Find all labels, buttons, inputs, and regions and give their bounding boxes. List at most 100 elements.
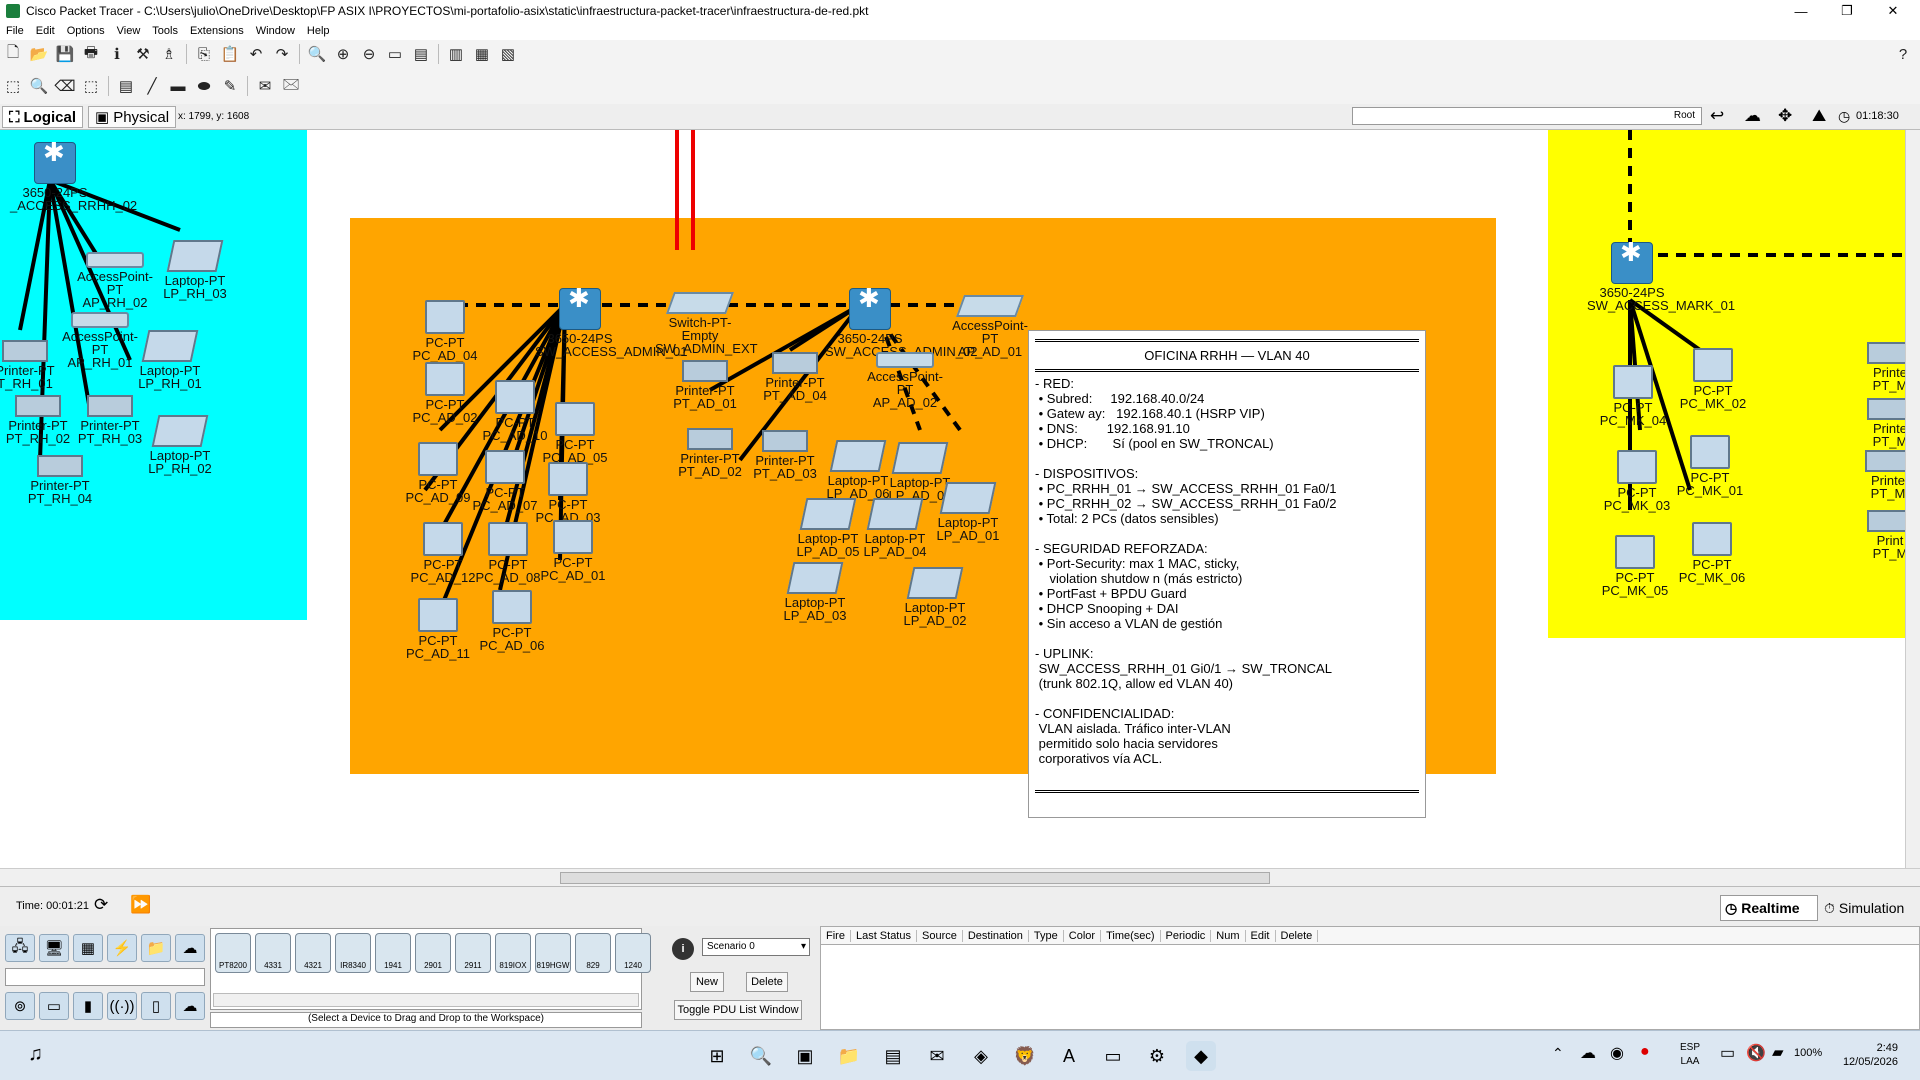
new-scenario-button[interactable]: New xyxy=(690,972,724,992)
device-mark-2[interactable]: PC-PT PC_MK_02 xyxy=(1668,348,1758,410)
battery-icon[interactable]: ▰ xyxy=(1772,1043,1784,1061)
device-admin-0[interactable]: PC-PT PC_AD_04 xyxy=(400,300,490,362)
device-model-1240[interactable]: 1240 xyxy=(615,933,651,973)
device-model-1941[interactable]: 1941 xyxy=(375,933,411,973)
draw-ellipse-icon[interactable]: ⬬ xyxy=(193,75,215,97)
draw-rectangle-icon[interactable]: ▬ xyxy=(167,75,189,97)
language-indicator[interactable]: ESP LAA xyxy=(1680,1041,1700,1069)
pdu-column-header[interactable]: Delete xyxy=(1276,929,1319,942)
menu-options[interactable]: Options xyxy=(61,25,111,37)
device-rrhh-8[interactable]: Laptop-PT LP_RH_02 xyxy=(135,415,225,475)
connections-icon[interactable]: ⚡ xyxy=(107,934,137,962)
breadcrumb-bar[interactable]: Root xyxy=(1352,107,1702,125)
device-admin-9[interactable]: Printer-PT PT_AD_04 xyxy=(750,352,840,402)
draw-line-icon[interactable]: ╱ xyxy=(141,75,163,97)
print-icon[interactable]: 🖶 xyxy=(80,43,102,65)
close-button[interactable]: ✕ xyxy=(1870,0,1916,22)
custom-devices-icon[interactable]: ▤ xyxy=(410,43,432,65)
pdu-column-header[interactable]: Destination xyxy=(963,929,1029,942)
pdu-column-header[interactable]: Fire xyxy=(821,929,851,942)
select-icon[interactable]: ⬚ xyxy=(2,75,24,97)
pdu-column-header[interactable]: Edit xyxy=(1246,929,1276,942)
device-model-2901[interactable]: 2901 xyxy=(415,933,451,973)
info-icon[interactable]: ℹ xyxy=(106,43,128,65)
chevron-up-icon[interactable]: ⌃ xyxy=(1552,1045,1564,1062)
pdu-column-header[interactable]: Last Status xyxy=(851,929,917,942)
horizontal-scrollbar[interactable] xyxy=(0,868,1920,886)
start-icon[interactable]: ⊞ xyxy=(702,1041,732,1071)
outlook-icon[interactable]: ✉ xyxy=(922,1041,952,1071)
device-admin-13[interactable]: PC-PT PC_AD_03 xyxy=(523,462,613,524)
device-mark-6[interactable]: PC-PT PC_MK_06 xyxy=(1667,522,1757,584)
menu-edit[interactable]: Edit xyxy=(30,25,61,37)
pdu-column-header[interactable]: Source xyxy=(917,929,963,942)
reset-time-icon[interactable]: ⟳ xyxy=(94,895,108,915)
network-wizard-icon[interactable]: ⚒ xyxy=(132,43,154,65)
logical-workspace[interactable]: 3650-24PS_ACCESS_RRHH_02 AccessPoint-PTAP… xyxy=(0,130,1905,868)
add-complex-pdu-icon[interactable]: 🖂 xyxy=(280,75,302,97)
wan-emulation-icon[interactable]: ☁ xyxy=(175,992,205,1020)
device-admin-27[interactable]: Laptop-PT LP_AD_02 xyxy=(890,567,980,627)
device-admin-25[interactable]: PC-PT PC_AD_06 xyxy=(467,590,557,652)
antivirus-icon[interactable]: ● xyxy=(1640,1043,1650,1061)
file-explorer-icon[interactable]: 📁 xyxy=(834,1041,864,1071)
add-simple-pdu-icon[interactable]: ✉ xyxy=(254,75,276,97)
app-a-icon[interactable]: A xyxy=(1054,1041,1084,1071)
device-model-829[interactable]: 829 xyxy=(575,933,611,973)
device-admin-26[interactable]: Laptop-PT LP_AD_03 xyxy=(770,562,860,622)
device-admin-1[interactable]: 3650-24PSSW_ACCESS_ADMIN_01 xyxy=(535,288,687,358)
device-mark-4[interactable]: PC-PT PC_MK_01 xyxy=(1665,435,1755,497)
paste-icon[interactable]: 📋 xyxy=(219,43,241,65)
copy-icon[interactable]: ⎘ xyxy=(193,43,215,65)
m365-icon[interactable]: ◈ xyxy=(966,1041,996,1071)
place-note-icon[interactable]: ▤ xyxy=(115,75,137,97)
pdu-column-header[interactable]: Color xyxy=(1064,929,1102,942)
toggle-pdu-list-button[interactable]: Toggle PDU List Window xyxy=(674,1000,802,1020)
move-icon[interactable]: ✥ xyxy=(1778,106,1792,126)
pdu-column-header[interactable]: Type xyxy=(1029,929,1064,942)
menu-view[interactable]: View xyxy=(111,25,147,37)
resize-shape-icon[interactable]: ⬚ xyxy=(80,75,102,97)
misc-icon[interactable]: 📁 xyxy=(141,934,171,962)
zoom-in-icon[interactable]: 🔍 xyxy=(306,43,328,65)
device-mark-0[interactable]: 3650-24PSSW_ACCESS_MARK_01 xyxy=(1587,242,1735,312)
device-rrhh-0[interactable]: 3650-24PS_ACCESS_RRHH_02 xyxy=(10,142,137,212)
device-mark-9[interactable]: Printe PT_M xyxy=(1843,450,1905,500)
packet-tracer-taskbar-icon[interactable]: ◆ xyxy=(1186,1041,1216,1071)
model-scrollbar[interactable] xyxy=(213,993,639,1007)
menu-tools[interactable]: Tools xyxy=(146,25,184,37)
scenario-select[interactable]: Scenario 0 ▾ xyxy=(702,938,810,956)
device-rrhh-2[interactable]: Laptop-PT LP_RH_03 xyxy=(150,240,240,300)
music-icon[interactable]: ♫ xyxy=(28,1043,43,1066)
device-admin-8[interactable]: Printer-PT PT_AD_01 xyxy=(660,360,750,410)
device-admin-10[interactable]: AccessPoint-PT AP_AD_02 xyxy=(860,352,950,409)
security-icon[interactable]: ▯ xyxy=(141,992,171,1020)
image-icon[interactable]: ▧ xyxy=(497,43,519,65)
menu-window[interactable]: Window xyxy=(250,25,301,37)
cloud-icon[interactable]: ☁ xyxy=(1744,106,1761,126)
cloud-icon[interactable]: ☁ xyxy=(1580,1043,1596,1063)
device-mark-7[interactable]: Printe PT_M xyxy=(1845,342,1905,392)
settings-icon[interactable]: ⚙ xyxy=(1142,1041,1172,1071)
simulation-button[interactable]: ⏱ Simulation xyxy=(1820,895,1916,921)
freeform-icon[interactable]: ✎ xyxy=(219,75,241,97)
pdu-column-header[interactable]: Time(sec) xyxy=(1101,929,1161,942)
activity-wizard-icon[interactable]: ♗ xyxy=(158,43,180,65)
help-icon[interactable]: ? xyxy=(1892,43,1914,65)
hubs-icon[interactable]: ▮ xyxy=(73,992,103,1020)
open-folder-icon[interactable]: 📂 xyxy=(28,43,50,65)
end-devices-icon[interactable]: 🖥 xyxy=(39,934,69,962)
redo-icon[interactable]: ↷ xyxy=(271,43,293,65)
network-icon[interactable]: ▭ xyxy=(1720,1043,1735,1063)
device-admin-23[interactable]: Laptop-PT LP_AD_01 xyxy=(923,482,1013,542)
device-mark-1[interactable]: PC-PT PC_MK_04 xyxy=(1588,365,1678,427)
components-icon[interactable]: ▦ xyxy=(73,934,103,962)
terminal-icon[interactable]: ▭ xyxy=(1098,1041,1128,1071)
device-rrhh-1[interactable]: AccessPoint-PT AP_RH_02 xyxy=(70,252,160,309)
viewport-icon[interactable]: ▦ xyxy=(471,43,493,65)
device-model-ir8340[interactable]: IR8340 xyxy=(335,933,371,973)
zoom-out-icon[interactable]: ⊖ xyxy=(358,43,380,65)
wireless-icon[interactable]: ((·)) xyxy=(107,992,137,1020)
menu-help[interactable]: Help xyxy=(301,25,336,37)
delete-icon[interactable]: ⌫ xyxy=(54,75,76,97)
